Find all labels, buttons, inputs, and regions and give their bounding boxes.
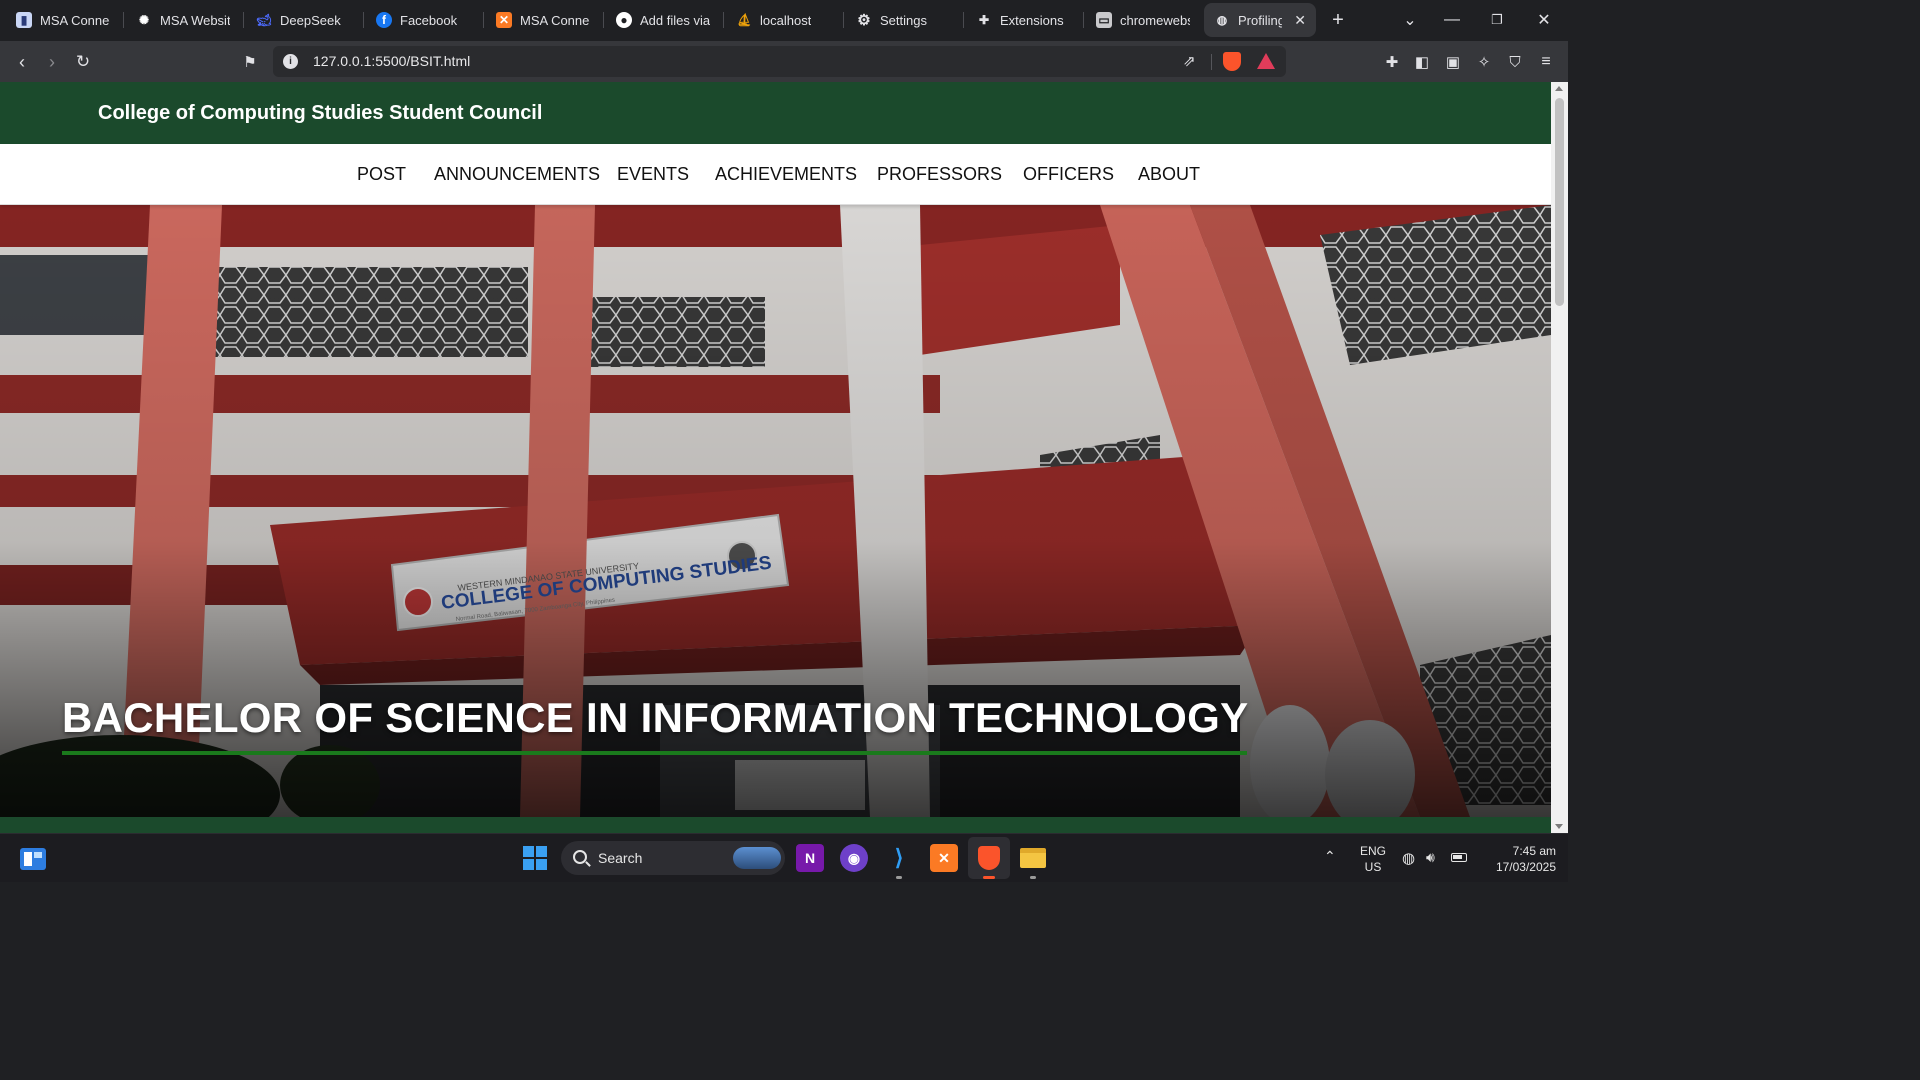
nav-about[interactable]: ABOUT [1138,164,1200,185]
msa-icon: ▮ [16,12,32,28]
tab-facebook[interactable]: f Facebook [366,3,484,37]
vscode-icon[interactable]: ⟩ [885,844,913,872]
tab-label: MSA Connec [520,12,590,28]
tab-label: Extensions [1000,12,1064,28]
page-viewport: College of Computing Studies Student Cou… [0,82,1551,833]
search-highlight-image [733,847,781,869]
tab-label: MSA Connec [40,12,110,28]
wallet-icon[interactable]: ▣ [1441,50,1465,74]
language-indicator[interactable]: ENG US [1356,843,1390,875]
tab-label: Settings [880,12,927,28]
search-label: Search [598,850,643,866]
scroll-up-arrow-icon[interactable] [1555,86,1563,91]
tab-chromewebstore[interactable]: ▭ chromewebs [1086,3,1202,37]
battery-icon[interactable] [1451,851,1467,865]
nav-achievements[interactable]: ACHIEVEMENTS [715,164,857,185]
scroll-down-arrow-icon[interactable] [1555,824,1563,829]
github-icon: ● [616,12,632,28]
search-icon [573,850,587,864]
tab-search-chevron-icon[interactable]: ⌄ [1398,8,1422,32]
nav-events[interactable]: EVENTS [617,164,689,185]
puzzle-icon: ✚ [978,13,990,27]
leo-ai-icon[interactable]: ✧ [1472,50,1496,74]
site-header: College of Computing Studies Student Cou… [0,82,1551,144]
site-title[interactable]: College of Computing Studies Student Cou… [98,102,542,125]
network-icon[interactable]: ◍ [1402,849,1415,867]
minimize-button[interactable]: — [1440,8,1464,32]
xampp-icon: ✕ [496,12,512,28]
extensions-icon[interactable]: ✚ [1380,50,1404,74]
taskbar-search[interactable]: Search [561,841,785,875]
brave-shields-icon[interactable] [1223,52,1241,71]
menu-icon[interactable]: ≡ [1534,50,1558,74]
openai-icon: ✺ [138,13,150,27]
tab-label: Facebook [400,12,458,28]
volume-icon[interactable]: 🔊︎ [1426,849,1435,866]
share-icon[interactable]: ⇗ [1183,52,1196,70]
phpmyadmin-icon: ⛵︎ [736,13,752,27]
main-nav: POST ANNOUNCEMENTS EVENTS ACHIEVEMENTS P… [0,144,1551,205]
tab-msa-connect-2[interactable]: ✕ MSA Connec [486,3,604,37]
onenote-icon[interactable]: N [796,844,824,872]
nav-professors[interactable]: PROFESSORS [877,164,1002,185]
page-icon: ▭ [1096,12,1112,28]
tab-extensions[interactable]: ✚ Extensions [966,3,1084,37]
facebook-icon: f [376,12,392,28]
hero-title: BACHELOR OF SCIENCE IN INFORMATION TECHN… [62,694,1249,741]
back-button[interactable]: ‹ [10,50,34,74]
close-window-button[interactable]: ✕ [1532,8,1556,32]
tab-localhost[interactable]: ⛵︎ localhost [726,3,844,37]
tray-chevron-icon[interactable]: ⌃ [1324,848,1336,865]
tab-msa-website[interactable]: ✺ MSA Website [126,3,244,37]
nav-post[interactable]: POST [357,164,406,185]
restore-button[interactable]: ❐ [1485,8,1509,32]
scrollbar-thumb[interactable] [1555,98,1564,306]
windows-start-icon[interactable] [521,844,549,872]
tab-deepseek[interactable]: 🐋︎ DeepSeek [246,3,364,37]
brave-rewards-icon[interactable] [1257,53,1275,69]
clock-date: 17/03/2025 [1495,860,1556,874]
vpn-shield-icon[interactable]: ⛉ [1503,50,1527,74]
site-info-icon[interactable]: i [283,54,298,69]
section-divider [0,817,1551,833]
clock[interactable]: 7:45 am 17/03/2025 [1478,843,1556,875]
bookmark-icon[interactable]: ⚑ [238,50,262,74]
lang-line1: ENG [1359,844,1386,858]
gear-icon: ⚙ [857,12,871,29]
tab-label: chromewebs [1120,12,1190,28]
tab-profiling[interactable]: ◍ Profiling ✕ [1204,3,1316,37]
deepseek-icon: 🐋︎ [256,13,272,27]
reload-button[interactable]: ↻ [71,50,95,74]
browser-toolbar: ‹ › ↻ ⚑ i 127.0.0.1:5500/BSIT.html ⇗ ✚ ◧… [0,41,1568,82]
tab-label: MSA Website [160,12,230,28]
close-tab-icon[interactable]: ✕ [1294,12,1306,29]
brave-browser-icon[interactable] [975,844,1003,872]
xampp-icon[interactable]: ✕ [930,844,958,872]
tab-label: Profiling [1238,12,1283,28]
tab-msa-connect-1[interactable]: ▮ MSA Connec [6,3,124,37]
widgets-icon[interactable] [19,845,47,873]
tab-settings[interactable]: ⚙ Settings [846,3,964,37]
github-desktop-icon[interactable]: ◉ [840,844,868,872]
file-explorer-icon[interactable] [1019,844,1047,872]
hero-underline [62,751,1247,755]
browser-tab-strip: ▮ MSA Connec ✺ MSA Website 🐋︎ DeepSeek f… [0,0,1568,41]
new-tab-button[interactable]: + [1326,8,1350,32]
clock-time: 7:45 am [1512,844,1556,858]
page-scrollbar[interactable] [1551,82,1568,833]
url-text[interactable]: 127.0.0.1:5500/BSIT.html [313,53,470,69]
lang-line2: US [1364,860,1382,874]
globe-icon: ◍ [1216,13,1228,27]
nav-announcements[interactable]: ANNOUNCEMENTS [434,164,600,185]
tab-label: localhost [760,12,812,28]
hero-banner: WESTERN MINDANAO STATE UNIVERSITY COLLEG… [0,205,1551,817]
nav-officers[interactable]: OFFICERS [1023,164,1114,185]
tab-label: DeepSeek [280,12,341,28]
tab-label: Add files via [640,12,710,28]
windows-taskbar: Search N ◉ ⟩ ✕ ⌃ ENG US ◍ 🔊︎ 7:45 am 17/… [0,833,1568,882]
tab-add-files[interactable]: ● Add files via [606,3,724,37]
address-bar[interactable]: i 127.0.0.1:5500/BSIT.html ⇗ [273,46,1286,77]
forward-button[interactable]: › [40,50,64,74]
sidebar-icon[interactable]: ◧ [1410,50,1434,74]
